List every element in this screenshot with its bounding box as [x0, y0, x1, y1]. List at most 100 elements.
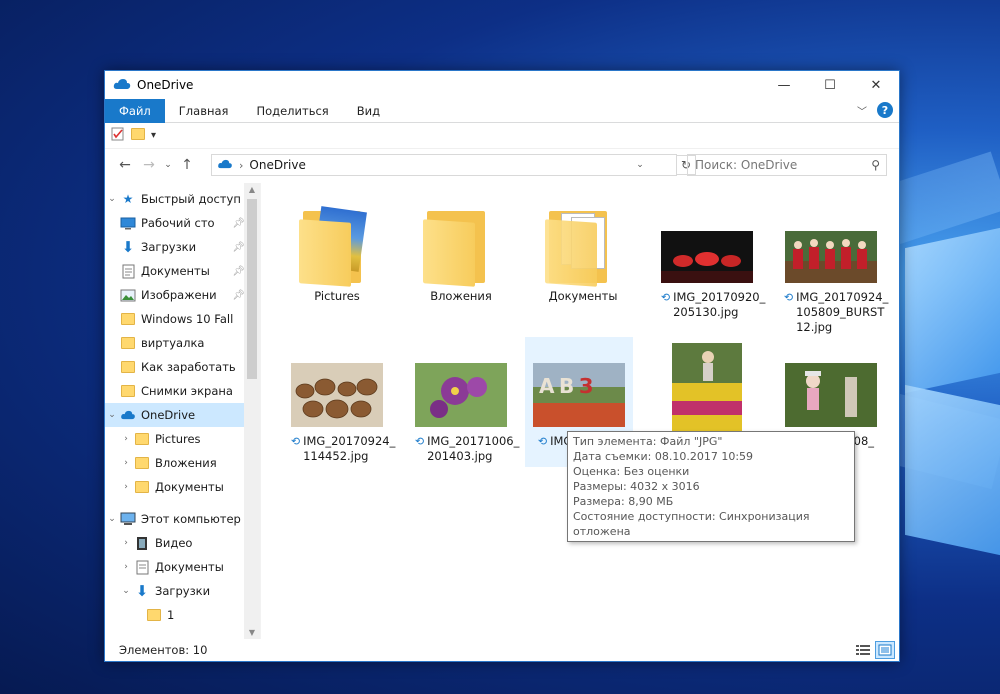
customize-qat-icon[interactable]: ▾ [151, 130, 156, 141]
onedrive-cloud-icon [113, 78, 131, 93]
tab-view[interactable]: Вид [343, 99, 394, 123]
chevron-down-icon[interactable]: ⌄ [105, 194, 119, 204]
scroll-down-icon[interactable]: ▼ [244, 628, 260, 637]
maximize-button[interactable]: ☐ [807, 71, 853, 99]
computer-icon [119, 511, 137, 527]
image-thumbnail [661, 231, 753, 283]
file-name: IMG_20170924_ 114452.jpg [303, 434, 396, 463]
folder-icon [545, 203, 621, 287]
image-thumbnail [785, 363, 877, 427]
close-button[interactable]: ✕ [853, 71, 899, 99]
tree-item-folder[interactable]: Снимки экрана [105, 379, 245, 403]
status-bar: Элементов: 10 [105, 639, 899, 661]
chevron-right-icon[interactable]: › [119, 434, 133, 444]
file-item-image[interactable]: ⟲ IMG_20170924_ 105809_BURST 12.jpg [777, 231, 889, 335]
tree-item-folder[interactable]: › Pictures [105, 427, 245, 451]
tree-item-folder[interactable]: › Вложения [105, 451, 245, 475]
sync-pending-icon: ⟲ [660, 291, 671, 304]
file-item-image[interactable]: ⟲ IMG_20170920_ 205130.jpg [653, 231, 766, 320]
chevron-right-icon[interactable]: › [119, 562, 133, 572]
chevron-right-icon[interactable]: › [119, 458, 133, 468]
details-view-icon[interactable] [853, 641, 873, 659]
address-bar[interactable]: › OneDrive ⌄ ↻ [211, 154, 696, 176]
desktop-icon [119, 215, 137, 231]
tree-this-pc[interactable]: ⌄ Этот компьютер [105, 507, 245, 531]
tooltip-line: Состояние доступности: Синхронизация отл… [573, 510, 810, 538]
help-icon[interactable]: ? [877, 102, 893, 118]
file-item-image[interactable]: ⟲ IMG_20170924_ 114452.jpg [283, 363, 396, 464]
expand-ribbon-icon[interactable]: ﹀ [857, 103, 867, 118]
svg-text:A: A [539, 374, 555, 398]
image-thumbnail [291, 363, 383, 427]
window-title: OneDrive [137, 78, 194, 92]
scroll-up-icon[interactable]: ▲ [244, 185, 260, 194]
address-dropdown-icon[interactable]: ⌄ [630, 155, 650, 175]
file-name: Документы [548, 289, 618, 303]
windows-logo-pane [905, 227, 1000, 394]
sidebar-scrollbar[interactable]: ▲ ▼ [244, 183, 260, 639]
folder-icon [133, 455, 151, 471]
tooltip-line: Размера: 8,90 МБ [573, 495, 674, 508]
tree-item-downloads[interactable]: ⬇ Загрузки 📌︎ [105, 235, 245, 259]
file-item-folder[interactable]: Документы [529, 203, 637, 304]
scrollbar-thumb[interactable] [247, 199, 257, 379]
chevron-down-icon[interactable]: ⌄ [105, 514, 119, 524]
up-arrow-icon[interactable]: ↑ [175, 157, 199, 173]
search-icon[interactable]: ⚲ [871, 158, 880, 172]
breadcrumb-separator-icon[interactable]: › [239, 159, 243, 172]
tree-item-desktop[interactable]: Рабочий сто 📌︎ [105, 211, 245, 235]
tree-item-folder[interactable]: › Документы [105, 475, 245, 499]
breadcrumb-onedrive[interactable]: OneDrive [249, 158, 305, 172]
file-name: Вложения [430, 289, 492, 303]
folder-icon [299, 203, 375, 287]
tree-item-pictures[interactable]: Изображени 📌︎ [105, 283, 245, 307]
tooltip-line: Оценка: Без оценки [573, 465, 690, 478]
file-name: IMG_20170920_ 205130.jpg [673, 290, 766, 319]
tab-home[interactable]: Главная [165, 99, 243, 123]
title-bar[interactable]: OneDrive — ☐ ✕ [105, 71, 899, 99]
search-input[interactable]: Поиск: OneDrive ⚲ [687, 154, 887, 176]
file-item-folder[interactable]: Pictures [283, 203, 391, 304]
chevron-down-icon[interactable]: ⌄ [119, 586, 133, 596]
properties-icon[interactable] [111, 127, 125, 144]
tree-item-folder[interactable]: 1 [105, 603, 245, 627]
recent-locations-icon[interactable]: ⌄ [161, 160, 175, 170]
tree-item-video[interactable]: › Видео [105, 531, 245, 555]
tab-file[interactable]: Файл [105, 98, 165, 123]
large-icons-view-icon[interactable] [875, 641, 895, 659]
tree-item-folder[interactable]: виртуалка [105, 331, 245, 355]
tab-share[interactable]: Поделиться [242, 99, 342, 123]
chevron-right-icon[interactable]: › [119, 482, 133, 492]
documents-icon [133, 559, 151, 575]
forward-arrow-icon[interactable]: → [137, 157, 161, 173]
file-item-image[interactable]: ⟲ IMG_20171006_ 201403.jpg [407, 363, 519, 464]
tree-item-folder[interactable]: Windows 10 Fall [105, 307, 245, 331]
new-folder-icon[interactable] [131, 128, 145, 143]
file-name: Pictures [314, 289, 360, 303]
download-icon: ⬇ [135, 582, 149, 600]
file-item-folder[interactable]: Вложения [407, 203, 515, 304]
tree-item-documents[interactable]: › Документы [105, 555, 245, 579]
chevron-down-icon[interactable]: ⌄ [105, 410, 119, 420]
sync-pending-icon: ⟲ [290, 435, 301, 448]
item-count: Элементов: 10 [119, 643, 208, 657]
file-name: IMG_20170924_ 105809_BURST 12.jpg [796, 290, 889, 334]
tree-item-folder[interactable]: Как заработать [105, 355, 245, 379]
search-placeholder: Поиск: OneDrive [695, 158, 798, 172]
svg-text:B: B [559, 374, 574, 398]
file-item-image[interactable] [653, 343, 761, 440]
tree-item-documents[interactable]: Документы 📌︎ [105, 259, 245, 283]
ribbon-tabs: Файл Главная Поделиться Вид ﹀ ? [105, 98, 899, 123]
folder-icon [133, 479, 151, 495]
tree-onedrive[interactable]: ⌄ OneDrive [105, 403, 245, 427]
star-icon: ★ [122, 192, 134, 206]
tree-item-downloads[interactable]: ⌄ ⬇ Загрузки [105, 579, 245, 603]
image-thumbnail [672, 343, 742, 433]
sync-pending-icon: ⟲ [783, 291, 794, 304]
tooltip-line: Дата съемки: 08.10.2017 10:59 [573, 450, 754, 463]
chevron-right-icon[interactable]: › [119, 538, 133, 548]
folder-icon [423, 203, 499, 287]
back-arrow-icon[interactable]: ← [113, 157, 137, 173]
tree-quick-access[interactable]: ⌄ ★ Быстрый доступ [105, 187, 245, 211]
minimize-button[interactable]: — [761, 71, 807, 99]
